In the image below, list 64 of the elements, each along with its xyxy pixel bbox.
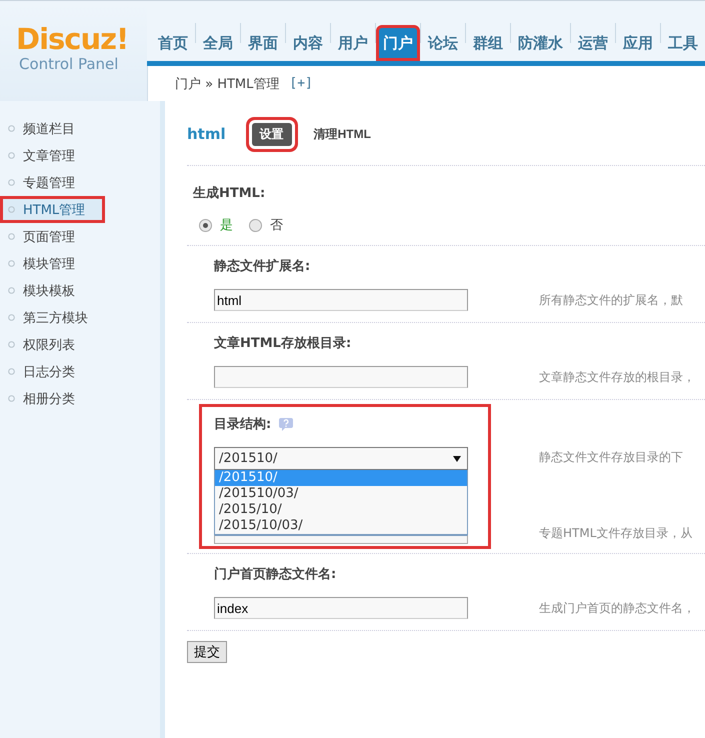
radio-option[interactable]: 是	[199, 216, 233, 234]
field-label: 生成HTML:	[193, 185, 266, 202]
radio-option[interactable]: 否	[249, 216, 283, 234]
tab-button[interactable]: 设置	[252, 122, 292, 146]
text-input[interactable]	[214, 366, 468, 388]
field-description: 所有静态文件的扩展名，默	[539, 292, 684, 308]
field-label: 门户首页静态文件名:	[214, 566, 338, 583]
nav-tab[interactable]: 工具	[661, 25, 705, 61]
dropdown-option[interactable]: /2015/10/03/	[215, 518, 467, 534]
sidebar-item[interactable]: 第三方模块	[0, 304, 160, 331]
breadcrumb: 门户 » HTML管理	[175, 76, 280, 92]
field-label: 文章HTML存放根目录:	[214, 334, 352, 352]
bullet-icon	[8, 341, 15, 348]
bullet-icon	[8, 125, 15, 132]
submit-button[interactable]: 提交	[187, 641, 227, 663]
nav-tab[interactable]: 论坛	[421, 25, 465, 61]
sidebar-item[interactable]: 页面管理	[0, 223, 160, 250]
sidebar-item[interactable]: 相册分类	[0, 385, 160, 412]
sidebar-item[interactable]: HTML管理	[0, 196, 105, 223]
nav-tab[interactable]: 应用	[616, 25, 660, 61]
bullet-icon	[8, 287, 15, 294]
add-link[interactable]: [+]	[289, 76, 313, 91]
nav-tab[interactable]: 防灌水	[511, 25, 570, 61]
bullet-icon	[8, 179, 15, 186]
sidebar-item[interactable]: 专题管理	[0, 169, 160, 196]
sidebar-item[interactable]: 频道栏目	[0, 115, 160, 142]
page-title: html	[187, 125, 226, 143]
dropdown-option[interactable]: /201510/03/	[215, 486, 467, 502]
caret-icon	[453, 456, 461, 462]
nav-tab[interactable]: 运营	[571, 25, 615, 61]
sidebar-item[interactable]: 模块模板	[0, 277, 160, 304]
nav-tab[interactable]: 门户	[376, 25, 420, 61]
field-description: 文章静态文件存放的根目录，	[539, 368, 696, 386]
text-input[interactable]: html	[214, 289, 468, 311]
bullet-icon	[8, 368, 15, 375]
bullet-icon	[8, 152, 15, 159]
logo-text: Discuz!	[16, 23, 130, 55]
tab-button[interactable]: 清理HTML	[306, 122, 379, 146]
text-input[interactable]: index	[214, 597, 468, 619]
bullet-icon	[8, 260, 15, 267]
sidebar-item[interactable]: 日志分类	[0, 358, 160, 385]
nav-tab[interactable]: 界面	[241, 25, 285, 61]
field-description: 专题HTML文件存放目录，从	[539, 524, 694, 542]
nav-tab[interactable]: 全局	[196, 25, 240, 61]
logo-subtitle: Control Panel	[19, 55, 120, 73]
bullet-icon	[8, 233, 15, 240]
sidebar-item[interactable]: 模块管理	[0, 250, 160, 277]
bullet-icon	[8, 206, 15, 213]
field-description: 生成门户首页的静态文件名，	[539, 600, 696, 616]
sidebar-item[interactable]: 文章管理	[0, 142, 160, 169]
bullet-icon	[8, 314, 15, 321]
dropdown-option[interactable]: /2015/10/	[215, 502, 467, 518]
nav-tab[interactable]: 用户	[331, 25, 375, 61]
nav-tab[interactable]: 首页	[151, 25, 195, 61]
nav-tab[interactable]: 内容	[286, 25, 330, 61]
select-dropdown[interactable]: /201510/	[214, 447, 468, 470]
field-label: 目录结构:	[214, 416, 272, 433]
text-input[interactable]	[214, 535, 468, 544]
bullet-icon	[8, 395, 15, 402]
nav-tab[interactable]: 群组	[466, 25, 510, 61]
field-description: 静态文件文件存放目录的下	[539, 448, 684, 466]
help-icon[interactable]	[279, 417, 294, 431]
sidebar-item[interactable]: 权限列表	[0, 331, 160, 358]
field-label: 静态文件扩展名:	[214, 258, 312, 275]
